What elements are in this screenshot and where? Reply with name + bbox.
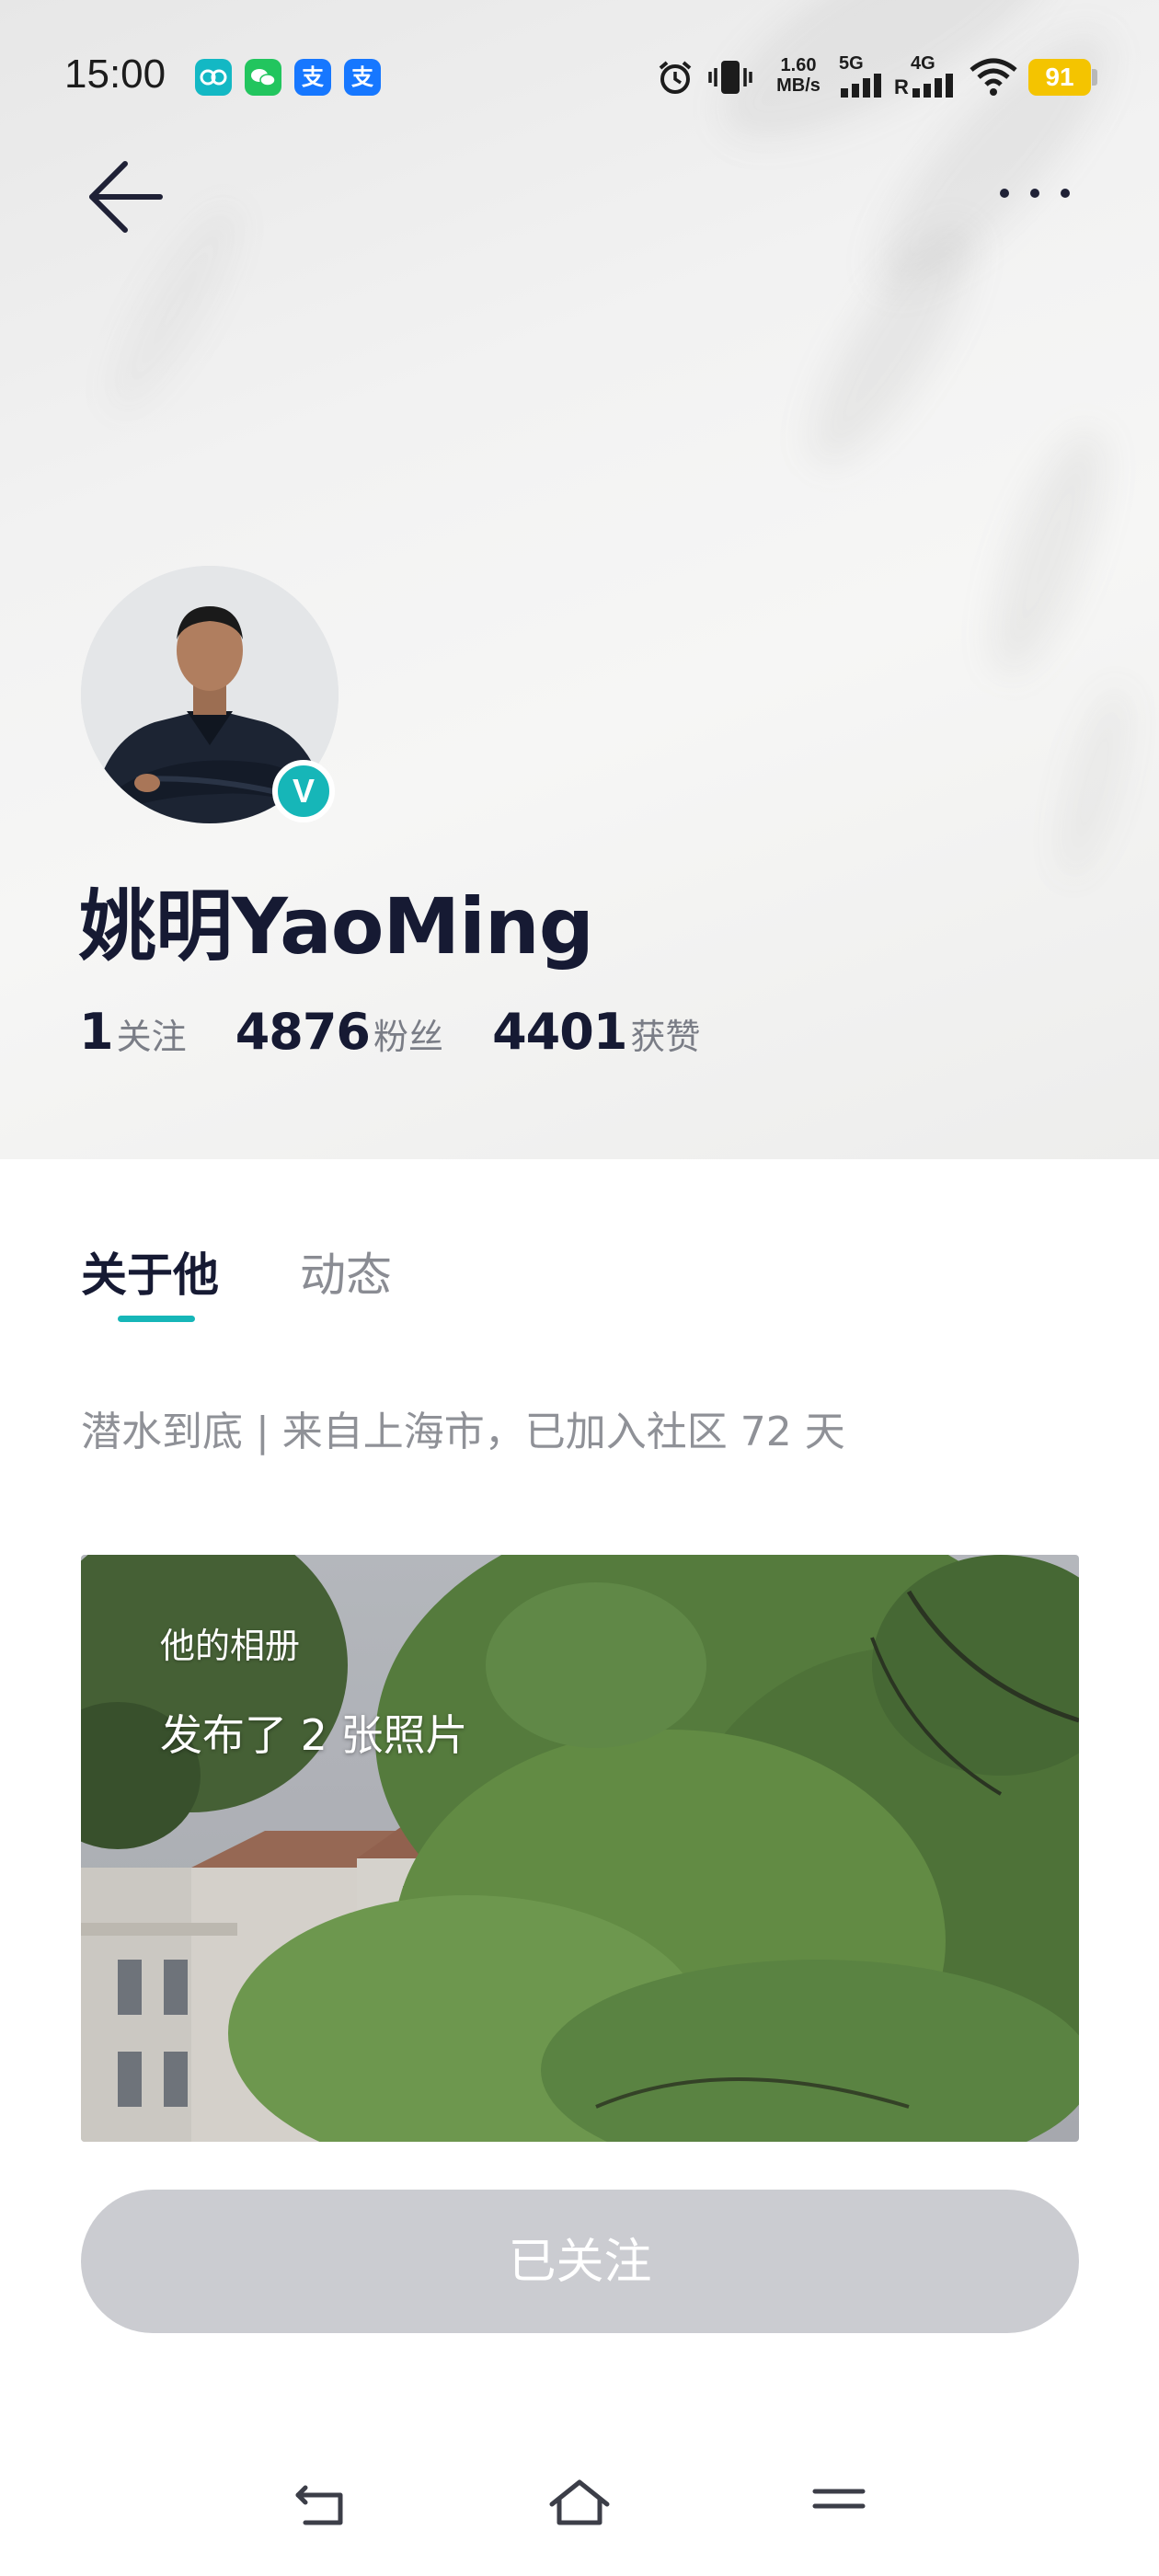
alarm-icon [659, 61, 692, 94]
back-button[interactable] [85, 155, 167, 237]
arrow-left-icon [89, 161, 163, 233]
stat-value: 1 [79, 1003, 114, 1061]
user-name: 姚明YaoMing [79, 881, 594, 972]
network-speed-value: 1.60 [780, 55, 817, 75]
tab-about[interactable]: 关于他 [81, 1238, 219, 1305]
wechat-icon [245, 59, 281, 96]
profile-stats: 1 关注 4876 粉丝 4401 获赞 [79, 1003, 744, 1067]
transit-app-icon [195, 59, 232, 96]
more-options-button[interactable] [993, 166, 1076, 221]
album-title: 他的相册 [160, 1626, 301, 1666]
stat-likes: 4401 获赞 [492, 1003, 700, 1061]
back-nav-icon[interactable] [293, 2475, 351, 2534]
stat-followers[interactable]: 4876 粉丝 [235, 1003, 443, 1061]
signal-5g-label: 5G [839, 53, 864, 74]
alipay-icon: 支 [344, 59, 381, 96]
vibrate-icon [708, 61, 752, 94]
network-speed: 1.60 MB/s [769, 55, 828, 96]
verified-badge: V [272, 760, 335, 822]
signal-4g: 4G R [894, 53, 960, 99]
home-nav-icon[interactable] [546, 2475, 613, 2534]
album-photo-count: 发布了 2 张照片 [160, 1710, 468, 1760]
following-button[interactable]: 已关注 [81, 2190, 1079, 2333]
battery-level: 91 [1028, 59, 1091, 96]
status-time: 15:00 [64, 52, 166, 97]
signal-bars-icon [912, 74, 953, 98]
battery-tip [1092, 69, 1097, 86]
roaming-label: R [894, 75, 909, 98]
alipay-icon: 支 [294, 59, 331, 96]
wifi-icon [970, 58, 1017, 96]
stat-value: 4401 [492, 1003, 627, 1061]
status-bar: 15:00 支 支 1.60 MB/s 5G 4G R 91 [0, 0, 1159, 156]
tab-indicator [118, 1316, 195, 1322]
tab-activity[interactable]: 动态 [300, 1238, 392, 1305]
stat-label: 获赞 [630, 1017, 701, 1057]
signal-4g-label: 4G [911, 53, 935, 74]
stat-label: 关注 [116, 1017, 187, 1057]
user-bio: 潜水到底 | 来自上海市，已加入社区 72 天 [81, 1409, 845, 1455]
signal-bars-icon [841, 74, 881, 98]
more-dots-icon [1000, 189, 1070, 198]
album-card[interactable]: 他的相册 发布了 2 张照片 [81, 1555, 1079, 2142]
signal-5g: 5G [837, 53, 889, 99]
stat-following[interactable]: 1 关注 [79, 1003, 187, 1061]
stat-value: 4876 [235, 1003, 371, 1061]
stat-label: 粉丝 [373, 1017, 443, 1057]
menu-nav-icon[interactable] [809, 2475, 868, 2534]
network-speed-unit: MB/s [776, 75, 820, 96]
